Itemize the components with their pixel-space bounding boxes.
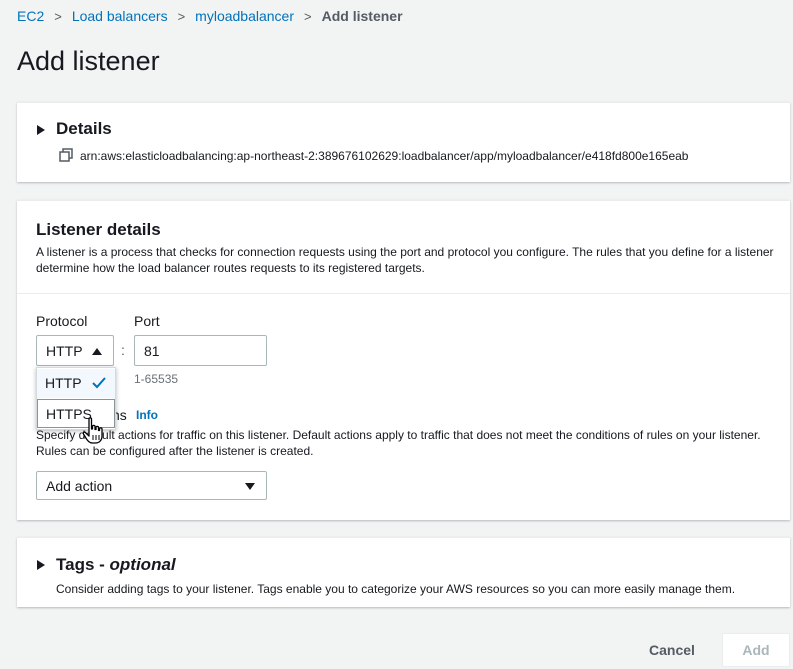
expand-caret-icon[interactable] bbox=[37, 125, 45, 135]
port-input[interactable] bbox=[134, 335, 267, 366]
breadcrumb-load-balancers[interactable]: Load balancers bbox=[72, 8, 168, 24]
breadcrumb-current: Add listener bbox=[321, 8, 403, 24]
check-icon bbox=[92, 377, 106, 389]
default-actions-description: Specify default actions for traffic on t… bbox=[36, 428, 761, 458]
tags-description: Consider adding tags to your listener. T… bbox=[56, 582, 736, 596]
tags-title[interactable]: Tags - optional bbox=[56, 555, 176, 575]
option-label: HTTP bbox=[45, 375, 82, 391]
tags-optional-label: optional bbox=[109, 555, 176, 574]
protocol-port-separator: : bbox=[121, 342, 125, 358]
protocol-dropdown: HTTP HTTPS bbox=[36, 367, 116, 430]
port-label: Port bbox=[134, 313, 160, 329]
caret-up-icon bbox=[92, 348, 102, 355]
tags-panel: Tags - optional Consider adding tags to … bbox=[17, 537, 790, 607]
cancel-button[interactable]: Cancel bbox=[630, 638, 714, 662]
add-action-label: Add action bbox=[46, 478, 113, 494]
breadcrumb-ec2[interactable]: EC2 bbox=[17, 8, 44, 24]
page-title: Add listener bbox=[17, 46, 160, 76]
add-button[interactable]: Add bbox=[722, 633, 790, 667]
tags-title-text: Tags bbox=[56, 555, 95, 574]
arn-value: arn:aws:elasticloadbalancing:ap-northeas… bbox=[80, 149, 689, 163]
protocol-select[interactable]: HTTP bbox=[36, 335, 114, 366]
listener-title: Listener details bbox=[36, 220, 161, 239]
port-hint: 1-65535 bbox=[134, 372, 179, 386]
add-action-select[interactable]: Add action bbox=[36, 471, 267, 500]
chevron-right-icon: > bbox=[177, 8, 186, 24]
info-link[interactable]: Info bbox=[136, 408, 158, 422]
listener-description: A listener is a process that checks for … bbox=[36, 245, 774, 275]
listener-header: Listener details A listener is a process… bbox=[17, 201, 790, 294]
listener-details-panel: Listener details A listener is a process… bbox=[17, 200, 790, 520]
chevron-right-icon: > bbox=[304, 8, 312, 24]
details-panel: Details arn:aws:elasticloadbalancing:ap-… bbox=[17, 102, 790, 182]
caret-down-icon bbox=[245, 483, 255, 490]
breadcrumb-myloadbalancer[interactable]: myloadbalancer bbox=[195, 8, 294, 24]
expand-caret-icon[interactable] bbox=[37, 560, 45, 570]
tags-title-sep: - bbox=[94, 555, 110, 574]
copy-icon[interactable] bbox=[59, 148, 73, 162]
details-title[interactable]: Details bbox=[56, 119, 112, 139]
protocol-label: Protocol bbox=[36, 313, 88, 329]
breadcrumb: EC2 > Load balancers > myloadbalancer > … bbox=[17, 7, 403, 25]
hand-cursor-icon bbox=[82, 417, 103, 444]
protocol-selected-value: HTTP bbox=[46, 343, 83, 359]
chevron-right-icon: > bbox=[54, 8, 62, 24]
protocol-option-http[interactable]: HTTP bbox=[37, 369, 115, 398]
